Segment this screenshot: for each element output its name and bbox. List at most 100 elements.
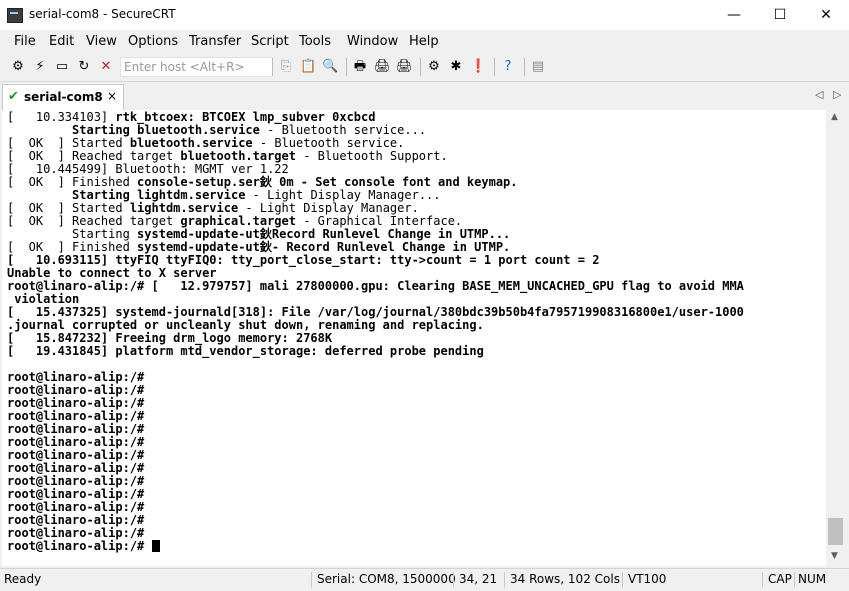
terminal-line: [ 19.431845] platform mtd_vendor_storage…	[7, 345, 744, 358]
toolbar-separator	[272, 58, 273, 76]
menu-window[interactable]: Window	[347, 34, 398, 49]
terminal-text: [ 10.693115] ttyFIQ ttyFIQ0: tty_port_cl…	[7, 253, 600, 267]
status-separator	[794, 572, 795, 588]
quick-connect-icon[interactable]: ⚡	[32, 59, 48, 75]
terminal-text: lightdm.service	[137, 188, 246, 202]
terminal-text: root@linaro-alip:/#	[7, 461, 145, 475]
menu-transfer[interactable]: Transfer	[189, 34, 241, 49]
title-bar[interactable]: serial-com8 - SecureCRT — ☐ ✕	[0, 0, 849, 30]
menu-file[interactable]: File	[14, 34, 36, 49]
menu-tools[interactable]: Tools	[299, 34, 331, 49]
terminal-text: graphical.target	[180, 214, 296, 228]
menu-options[interactable]: Options	[128, 34, 178, 49]
toolbar: ⚙ ⚡ ▭ ↻ ✕ ⎘ 📋 🔍 🖶 🖨 🖨 ⚙ ✱ ❗ ? ▤	[0, 54, 849, 82]
terminal-text: [ OK ] Started	[7, 136, 130, 150]
host-input[interactable]	[120, 57, 273, 77]
terminal-text: Starting	[72, 188, 138, 202]
find-icon[interactable]: 🔍	[322, 59, 338, 75]
global-options-icon[interactable]: ✱	[448, 59, 464, 75]
terminal-text: root@linaro-alip:/#	[7, 513, 145, 527]
maximize-button[interactable]: ☐	[757, 0, 803, 30]
terminal-view[interactable]: [ 10.334103] rtk_btcoex: BTCOEX lmp_subv…	[2, 110, 826, 566]
status-separator	[504, 572, 505, 588]
sftp-icon[interactable]: ▤	[530, 59, 546, 75]
menu-view[interactable]: View	[86, 34, 117, 49]
terminal-text: [ 10.334103]	[7, 110, 116, 124]
toolbar-separator	[346, 58, 347, 76]
terminal-text: [ 19.431845] platform mtd_vendor_storage…	[7, 344, 484, 358]
terminal-text: [ OK ] Reached target	[7, 214, 181, 228]
terminal-text: - Bluetooth service...	[259, 123, 427, 137]
terminal-text: - Graphical Interface.	[295, 214, 463, 228]
menu-edit[interactable]: Edit	[49, 34, 74, 49]
terminal-text: Starting	[72, 123, 138, 137]
terminal-text: Starting	[7, 227, 138, 241]
paste-icon[interactable]: 📋	[300, 59, 316, 75]
vertical-scrollbar[interactable]: ▲ ▼	[826, 110, 847, 566]
tab-close-icon[interactable]: ×	[107, 89, 117, 103]
terminal-output: [ 10.334103] rtk_btcoex: BTCOEX lmp_subv…	[7, 111, 744, 553]
status-bar: Ready Serial: COM8, 1500000 34, 21 34 Ro…	[0, 568, 849, 591]
securecrt-app-icon	[7, 8, 23, 23]
keymap-icon[interactable]: ❗	[470, 59, 486, 75]
session-options-icon[interactable]: ⚙	[426, 59, 442, 75]
help-icon[interactable]: ?	[500, 59, 516, 75]
terminal-text: root@linaro-alip:/#	[7, 448, 145, 462]
disconnect-icon[interactable]: ✕	[98, 59, 114, 75]
connect-in-tab-icon[interactable]: ▭	[54, 59, 70, 75]
terminal-text: root@linaro-alip:/#	[7, 526, 145, 540]
terminal-text: root@linaro-alip:/#	[7, 396, 145, 410]
terminal-text: [ OK ] Reached target	[7, 149, 181, 163]
toolbar-separator	[524, 58, 525, 76]
print-setup-icon[interactable]: 🖨	[374, 59, 391, 75]
tab-scroll-left-icon[interactable]: ◁	[815, 88, 823, 101]
terminal-text: bluetooth.service	[137, 123, 260, 137]
scroll-down-icon[interactable]: ▼	[831, 551, 838, 561]
window-title: serial-com8 - SecureCRT	[29, 7, 176, 21]
terminal-line: root@linaro-alip:/# [ 12.979757] mali 27…	[7, 280, 744, 293]
print-screen-icon[interactable]: 🖶	[352, 59, 368, 75]
menu-help[interactable]: Help	[409, 34, 439, 49]
terminal-text: [ 10.445499] Bluetooth: MGMT ver 1.22	[7, 162, 289, 176]
close-button[interactable]: ✕	[803, 0, 849, 30]
scrollbar-thumb[interactable]	[828, 518, 843, 545]
tab-scroll-right-icon[interactable]: ▷	[833, 88, 841, 101]
status-separator	[311, 572, 312, 588]
terminal-text: systemd-update-ut鈥- Record Runlevel Chan…	[137, 240, 511, 254]
terminal-text: systemd-update-ut鈥Record Runlevel Change…	[137, 227, 511, 241]
terminal-text: root@linaro-alip:/#	[7, 435, 145, 449]
connect-icon[interactable]: ⚙	[10, 59, 26, 75]
tab-serial-com8[interactable]: ✔ serial-com8 ×	[2, 84, 124, 110]
terminal-text: root@linaro-alip:/#	[7, 409, 145, 423]
terminal-line: root@linaro-alip:/#	[7, 540, 744, 553]
terminal-text: [ OK ] Started	[7, 201, 130, 215]
terminal-text: root@linaro-alip:/#	[7, 422, 145, 436]
status-cursor-position: 34, 21	[459, 572, 498, 586]
copy-icon[interactable]: ⎘	[278, 59, 294, 75]
connected-check-icon: ✔	[8, 89, 19, 104]
terminal-text: root@linaro-alip:/#	[7, 383, 145, 397]
terminal-text: bluetooth.service	[129, 136, 253, 150]
toolbar-separator	[494, 58, 495, 76]
terminal-cursor	[151, 540, 160, 552]
terminal-text: [ OK ] Finished	[7, 175, 138, 189]
tab-bar: ✔ serial-com8 × ◁ ▷	[0, 82, 849, 110]
terminal-text: - Bluetooth Support.	[295, 149, 448, 163]
tab-label: serial-com8	[24, 90, 103, 104]
minimize-button[interactable]: —	[711, 0, 757, 30]
reconnect-icon[interactable]: ↻	[76, 59, 92, 75]
terminal-text: root@linaro-alip:/#	[7, 474, 145, 488]
terminal-text: [ 15.847232] Freeing drm_logo memory: 27…	[7, 331, 333, 345]
scroll-up-icon[interactable]: ▲	[831, 112, 838, 122]
status-ready: Ready	[4, 572, 42, 586]
menu-bar: File Edit View Options Transfer Script T…	[0, 30, 849, 54]
print-icon[interactable]: 🖨	[396, 59, 413, 75]
terminal-text: root@linaro-alip:/#	[7, 500, 145, 514]
toolbar-separator	[420, 58, 421, 76]
terminal-text: root@linaro-alip:/#	[7, 539, 152, 553]
menu-script[interactable]: Script	[251, 34, 289, 49]
terminal-text: - Light Display Manager.	[238, 201, 419, 215]
status-caps-lock: CAP	[768, 572, 792, 586]
